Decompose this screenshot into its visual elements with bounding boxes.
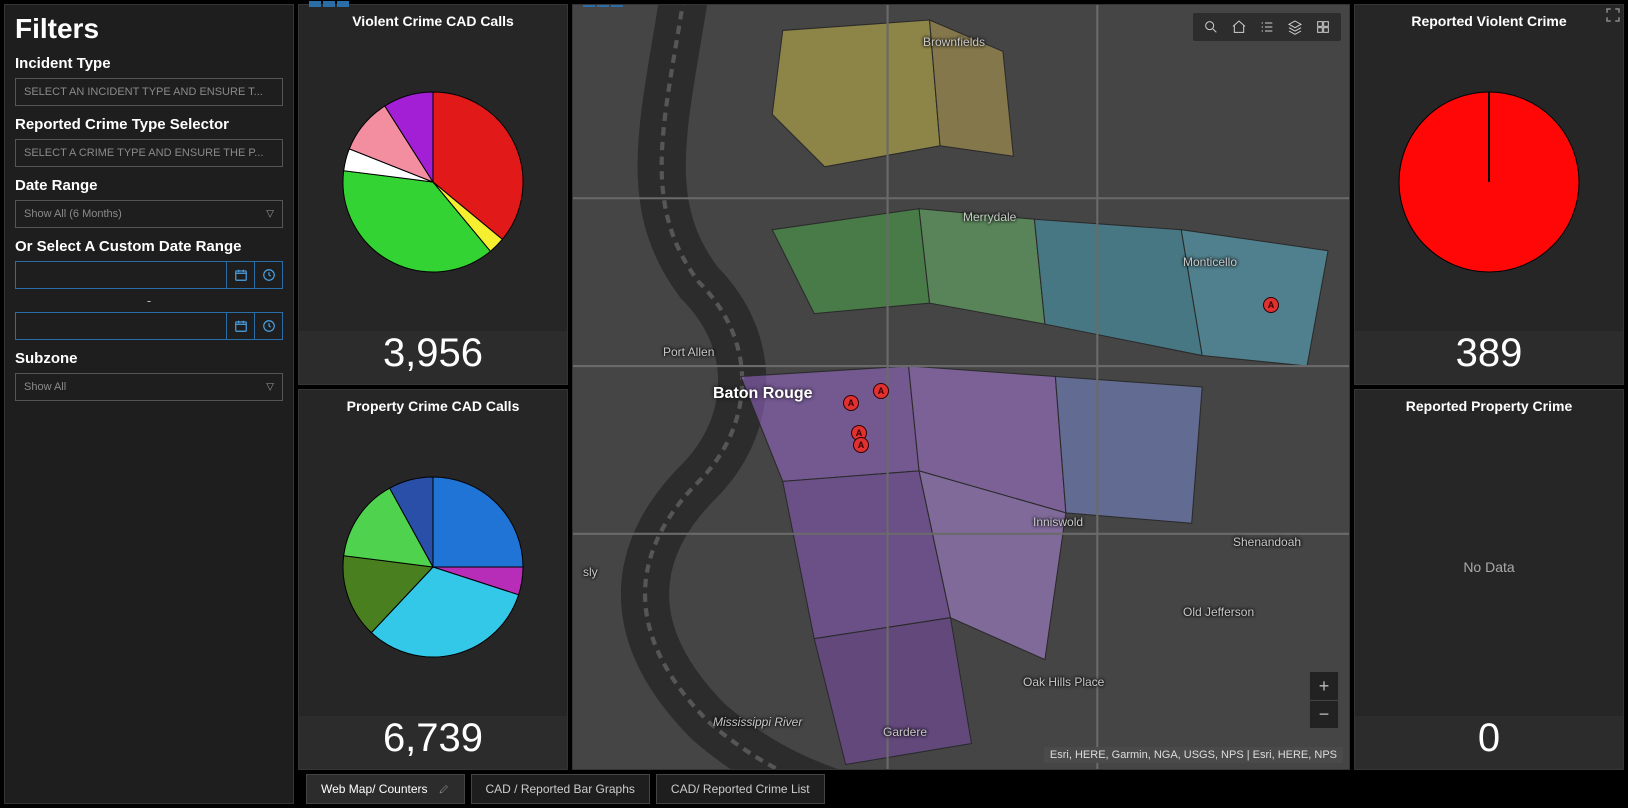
legend-icon[interactable] — [1257, 17, 1277, 37]
tab-web-map-counters[interactable]: Web Map/ Counters — [306, 774, 465, 804]
clock-icon[interactable] — [254, 313, 282, 339]
date-from-input[interactable] — [16, 262, 226, 288]
date-range-select[interactable]: Show All (6 Months) ▽ — [15, 200, 283, 228]
zoom-in-button[interactable]: + — [1310, 672, 1338, 700]
subzone-label: Subzone — [15, 350, 283, 367]
crime-type-select[interactable]: SELECT A CRIME TYPE AND ENSURE THE P... — [15, 139, 283, 167]
calendar-icon[interactable] — [226, 313, 254, 339]
filters-heading: Filters — [15, 13, 283, 45]
place-label: Shenandoah — [1233, 535, 1301, 549]
place-label: Inniswold — [1033, 515, 1083, 529]
zoom-control: + − — [1309, 671, 1339, 729]
drag-handle-icon[interactable] — [309, 1, 349, 7]
chevron-down-icon: ▽ — [266, 209, 274, 220]
place-label: Gardere — [883, 725, 927, 739]
calendar-icon[interactable] — [226, 262, 254, 288]
custom-range-label: Or Select A Custom Date Range — [15, 238, 283, 255]
river-label: Mississippi River — [713, 715, 802, 729]
incident-type-label: Incident Type — [15, 55, 283, 72]
date-to-input[interactable] — [16, 313, 226, 339]
violent-reported-title: Reported Violent Crime — [1355, 5, 1623, 33]
tab-crime-list[interactable]: CAD/ Reported Crime List — [656, 774, 825, 804]
basemap-icon[interactable] — [1313, 17, 1333, 37]
date-range-label: Date Range — [15, 177, 283, 194]
tab-bar: Web Map/ Counters CAD / Reported Bar Gra… — [298, 774, 1624, 804]
property-cad-panel: Property Crime CAD Calls 6,739 — [298, 389, 568, 770]
violent-cad-value: 3,956 — [299, 331, 567, 384]
clock-icon[interactable] — [254, 262, 282, 288]
city-label: Baton Rouge — [713, 385, 813, 403]
violent-cad-panel: Violent Crime CAD Calls 3,956 — [298, 4, 568, 385]
place-label: Monticello — [1183, 255, 1237, 269]
property-reported-panel: Reported Property Crime No Data 0 — [1354, 389, 1624, 770]
fullscreen-icon[interactable] — [1604, 6, 1622, 24]
zoom-out-button[interactable]: − — [1310, 700, 1338, 728]
tab-label: Web Map/ Counters — [321, 782, 428, 796]
crime-type-label: Reported Crime Type Selector — [15, 116, 283, 133]
incident-type-select[interactable]: SELECT AN INCIDENT TYPE AND ENSURE T... — [15, 78, 283, 106]
home-icon[interactable] — [1229, 17, 1249, 37]
place-label: Oak Hills Place — [1023, 675, 1104, 689]
violent-reported-pie[interactable] — [1389, 82, 1589, 282]
pencil-icon[interactable] — [438, 783, 450, 795]
property-reported-value: 0 — [1355, 716, 1623, 769]
no-data-label: No Data — [1355, 418, 1623, 716]
violent-reported-value: 389 — [1355, 331, 1623, 384]
place-label: Brownfields — [923, 35, 985, 49]
property-cad-title: Property Crime CAD Calls — [299, 390, 567, 418]
property-reported-title: Reported Property Crime — [1355, 390, 1623, 418]
place-label: Merrydale — [963, 210, 1016, 224]
subzone-select[interactable]: Show All ▽ — [15, 373, 283, 401]
place-label: Port Allen — [663, 345, 714, 359]
map-panel[interactable]: + − Baton Rouge Brownfields Merrydale Mo… — [572, 4, 1350, 770]
violent-cad-title: Violent Crime CAD Calls — [299, 5, 567, 33]
tab-label: CAD/ Reported Crime List — [671, 782, 810, 796]
date-separator: - — [15, 293, 283, 308]
tab-bar-graphs[interactable]: CAD / Reported Bar Graphs — [471, 774, 650, 804]
tab-label: CAD / Reported Bar Graphs — [486, 782, 635, 796]
map-attribution: Esri, HERE, Garmin, NGA, USGS, NPS | Esr… — [1044, 747, 1343, 763]
violent-reported-panel: Reported Violent Crime 389 — [1354, 4, 1624, 385]
date-to-row — [15, 312, 283, 340]
layers-icon[interactable] — [1285, 17, 1305, 37]
map-marker[interactable]: A — [853, 437, 869, 453]
date-range-value: Show All (6 Months) — [24, 208, 122, 220]
crime-type-placeholder: SELECT A CRIME TYPE AND ENSURE THE P... — [24, 147, 263, 159]
subzone-value: Show All — [24, 381, 66, 393]
map-marker[interactable]: A — [843, 395, 859, 411]
place-label: Old Jefferson — [1183, 605, 1254, 619]
property-cad-value: 6,739 — [299, 716, 567, 769]
property-cad-pie[interactable] — [333, 467, 533, 667]
place-label: sly — [583, 565, 598, 579]
filters-panel: Filters Incident Type SELECT AN INCIDENT… — [4, 4, 294, 804]
violent-cad-pie[interactable] — [333, 82, 533, 282]
date-from-row — [15, 261, 283, 289]
incident-type-placeholder: SELECT AN INCIDENT TYPE AND ENSURE T... — [24, 86, 263, 98]
map-canvas[interactable] — [573, 5, 1349, 769]
chevron-down-icon: ▽ — [266, 382, 274, 393]
drag-handle-icon[interactable] — [583, 4, 623, 7]
map-marker[interactable]: A — [873, 383, 889, 399]
search-icon[interactable] — [1201, 17, 1221, 37]
map-marker[interactable]: A — [1263, 297, 1279, 313]
map-toolbar — [1193, 13, 1341, 41]
